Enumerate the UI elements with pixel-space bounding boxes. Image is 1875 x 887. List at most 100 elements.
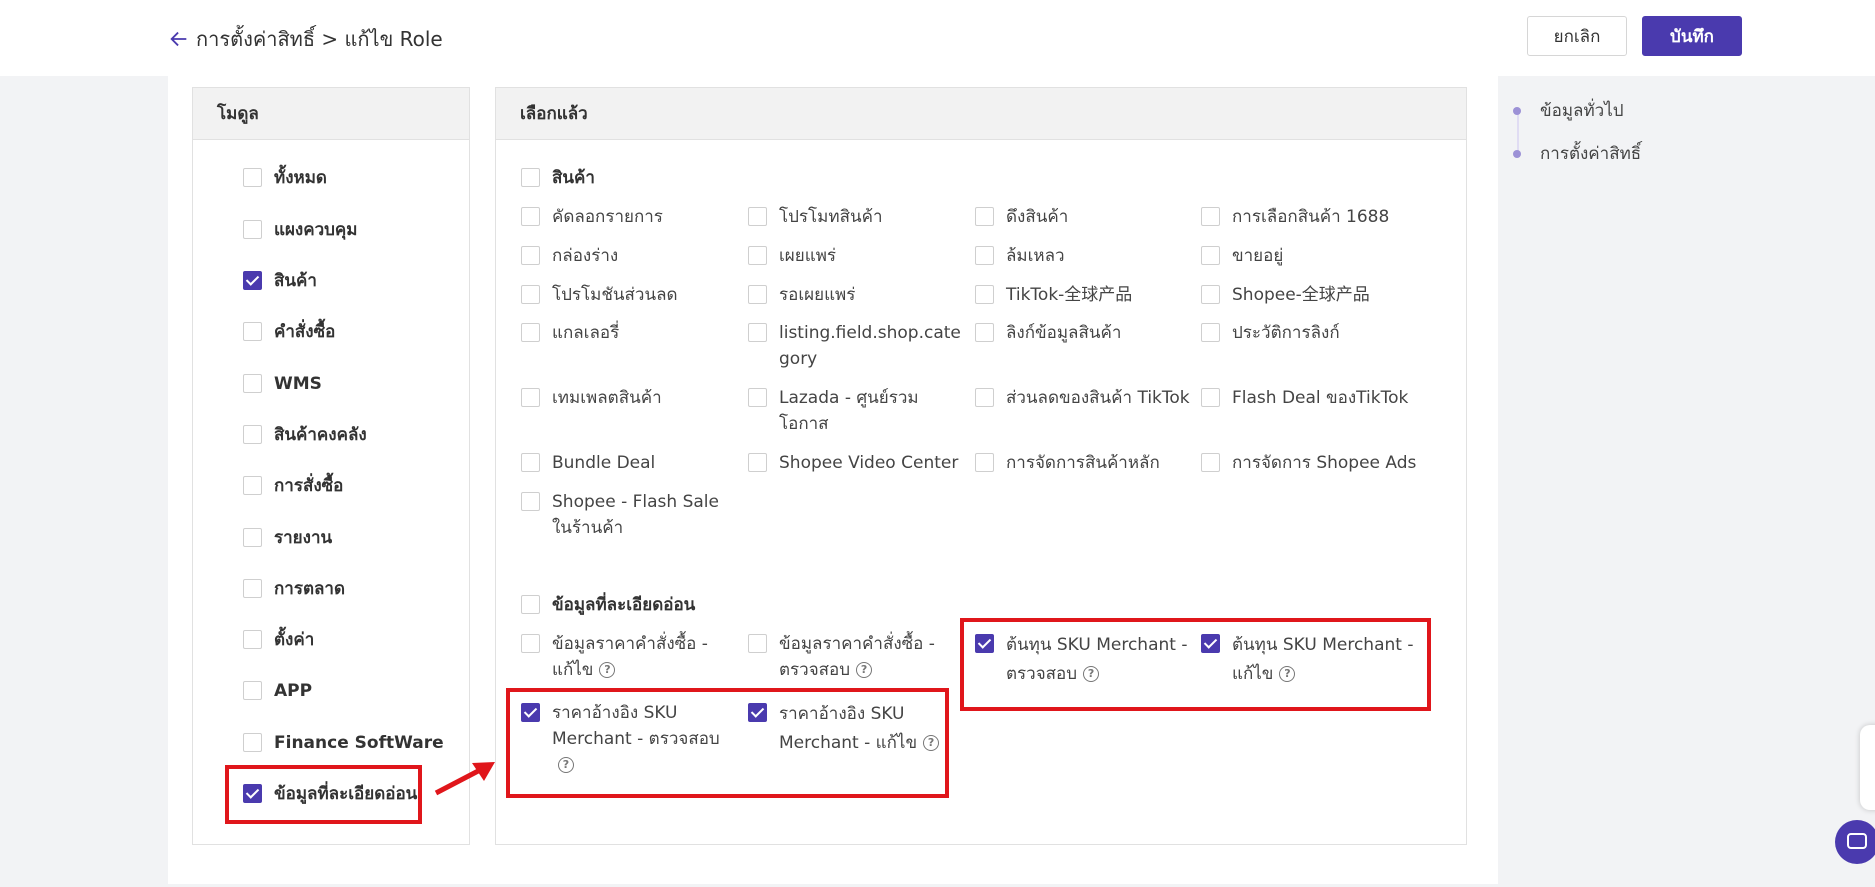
checkbox[interactable] (243, 322, 262, 341)
checkbox[interactable] (1201, 323, 1220, 342)
products-header[interactable]: สินค้า (521, 165, 595, 191)
perm-item[interactable]: รอเผยแพร่ (748, 282, 963, 308)
sensitive-header[interactable]: ข้อมูลที่ละเอียดอ่อน (521, 592, 695, 618)
chat-icon (1847, 833, 1867, 849)
checkbox[interactable] (1201, 388, 1220, 407)
breadcrumb-text: การตั้งค่าสิทธิ์ > แก้ไข Role (196, 27, 443, 51)
checkbox[interactable] (521, 323, 540, 342)
perm-item[interactable]: การเลือกสินค้า 1688 (1201, 204, 1441, 230)
checkbox[interactable] (243, 374, 262, 393)
checkbox[interactable] (975, 207, 994, 226)
module-item-reports[interactable]: รายงาน (243, 525, 332, 551)
perm-item[interactable]: กล่องร่าง (521, 243, 736, 269)
checkbox[interactable] (975, 388, 994, 407)
checkbox[interactable] (748, 246, 767, 265)
checkbox[interactable] (975, 323, 994, 342)
dot-icon (1513, 106, 1521, 115)
side-nav-permissions[interactable]: การตั้งค่าสิทธิ์ (1513, 140, 1641, 167)
module-item-wms[interactable]: WMS (243, 371, 322, 397)
perm-item[interactable]: ล้มเหลว (975, 243, 1190, 269)
checkbox[interactable] (521, 634, 540, 653)
perm-item[interactable]: ประวัติการลิงก์ (1201, 320, 1441, 346)
checkbox-checked[interactable] (243, 271, 262, 290)
perm-item[interactable]: listing.field.shop.category (748, 320, 968, 372)
perm-item[interactable]: ส่วนลดของสินค้า TikTok (975, 385, 1200, 411)
perm-item[interactable]: เผยแพร่ (748, 243, 963, 269)
checkbox[interactable] (748, 453, 767, 472)
checkbox[interactable] (748, 634, 767, 653)
sensitive-item[interactable]: ข้อมูลราคาคำสั่งซื้อ - แก้ไข? (521, 631, 731, 683)
checkbox[interactable] (1201, 207, 1220, 226)
module-item-products[interactable]: สินค้า (243, 268, 317, 294)
perm-item[interactable]: Bundle Deal (521, 450, 736, 476)
breadcrumb: การตั้งค่าสิทธิ์ > แก้ไข Role (168, 23, 443, 55)
module-item-app[interactable]: APP (243, 678, 312, 704)
checkbox[interactable] (243, 528, 262, 547)
side-floating-tab[interactable] (1860, 725, 1875, 810)
cancel-button[interactable]: ยกเลิก (1527, 16, 1627, 56)
checkbox[interactable] (1201, 285, 1220, 304)
checkbox[interactable] (243, 425, 262, 444)
perm-item[interactable]: โปรโมชันส่วนลด (521, 282, 736, 308)
module-item-all[interactable]: ทั้งหมด (243, 165, 327, 191)
perm-item[interactable]: Shopee-全球产品 (1201, 282, 1441, 308)
checkbox[interactable] (521, 207, 540, 226)
save-button[interactable]: บันทึก (1642, 16, 1742, 56)
annotation-highlight (225, 765, 422, 824)
perm-item[interactable]: ดึงสินค้า (975, 204, 1190, 230)
perm-item[interactable]: Flash Deal ของTikTok (1201, 385, 1441, 411)
checkbox[interactable] (521, 595, 540, 614)
perm-item[interactable]: ขายอยู่ (1201, 243, 1441, 269)
perm-item[interactable]: แกลเลอรี่ (521, 320, 736, 346)
checkbox[interactable] (748, 323, 767, 342)
module-item-purchase[interactable]: การสั่งซื้อ (243, 473, 343, 499)
sensitive-item[interactable]: ข้อมูลราคาคำสั่งซื้อ - ตรวจสอบ? (748, 631, 958, 683)
perm-item[interactable]: Shopee Video Center (748, 450, 973, 476)
question-circle-icon[interactable]: ? (599, 662, 616, 678)
checkbox[interactable] (243, 630, 262, 649)
checkbox[interactable] (975, 285, 994, 304)
module-item-finance[interactable]: Finance SoftWare (243, 730, 444, 756)
annotation-highlight (960, 618, 1431, 711)
perm-item[interactable]: โปรโมทสินค้า (748, 204, 963, 230)
perm-item[interactable]: การจัดการสินค้าหลัก (975, 450, 1200, 476)
module-item-orders[interactable]: คำสั่งซื้อ (243, 319, 335, 345)
perm-item[interactable]: การจัดการ Shopee Ads (1201, 450, 1451, 476)
checkbox[interactable] (748, 207, 767, 226)
question-circle-icon[interactable]: ? (856, 662, 873, 678)
checkbox[interactable] (975, 246, 994, 265)
checkbox[interactable] (243, 476, 262, 495)
checkbox[interactable] (521, 388, 540, 407)
module-panel-title: โมดูล (193, 88, 469, 140)
checkbox[interactable] (243, 733, 262, 752)
checkbox[interactable] (243, 681, 262, 700)
module-item-marketing[interactable]: การตลาด (243, 576, 345, 602)
arrow-left-icon[interactable] (168, 28, 190, 50)
perm-item[interactable]: Lazada - ศูนย์รวมโอกาส (748, 385, 958, 437)
module-item-inventory[interactable]: สินค้าคงคลัง (243, 422, 367, 448)
perm-item[interactable]: TikTok-全球产品 (975, 282, 1190, 308)
checkbox[interactable] (521, 168, 540, 187)
module-item-settings[interactable]: ตั้งค่า (243, 627, 314, 653)
perm-item[interactable]: ลิงก์ข้อมูลสินค้า (975, 320, 1190, 346)
checkbox[interactable] (1201, 246, 1220, 265)
side-nav-general[interactable]: ข้อมูลทั่วไป (1513, 97, 1624, 124)
checkbox[interactable] (975, 453, 994, 472)
chat-button[interactable] (1835, 820, 1875, 864)
checkbox[interactable] (243, 220, 262, 239)
module-item-dashboard[interactable]: แผงควบคุม (243, 217, 358, 243)
annotation-highlight (506, 688, 949, 798)
checkbox[interactable] (243, 579, 262, 598)
checkbox[interactable] (243, 168, 262, 187)
checkbox[interactable] (521, 453, 540, 472)
checkbox[interactable] (521, 246, 540, 265)
perm-item[interactable]: เทมเพลตสินค้า (521, 385, 736, 411)
perm-item[interactable]: คัดลอกรายการ (521, 204, 736, 230)
checkbox[interactable] (748, 388, 767, 407)
checkbox[interactable] (1201, 453, 1220, 472)
perm-item[interactable]: Shopee - Flash Sale ในร้านค้า (521, 489, 736, 541)
checkbox[interactable] (521, 285, 540, 304)
checkbox[interactable] (748, 285, 767, 304)
annotation-arrow-icon (434, 762, 495, 796)
checkbox[interactable] (521, 492, 540, 511)
